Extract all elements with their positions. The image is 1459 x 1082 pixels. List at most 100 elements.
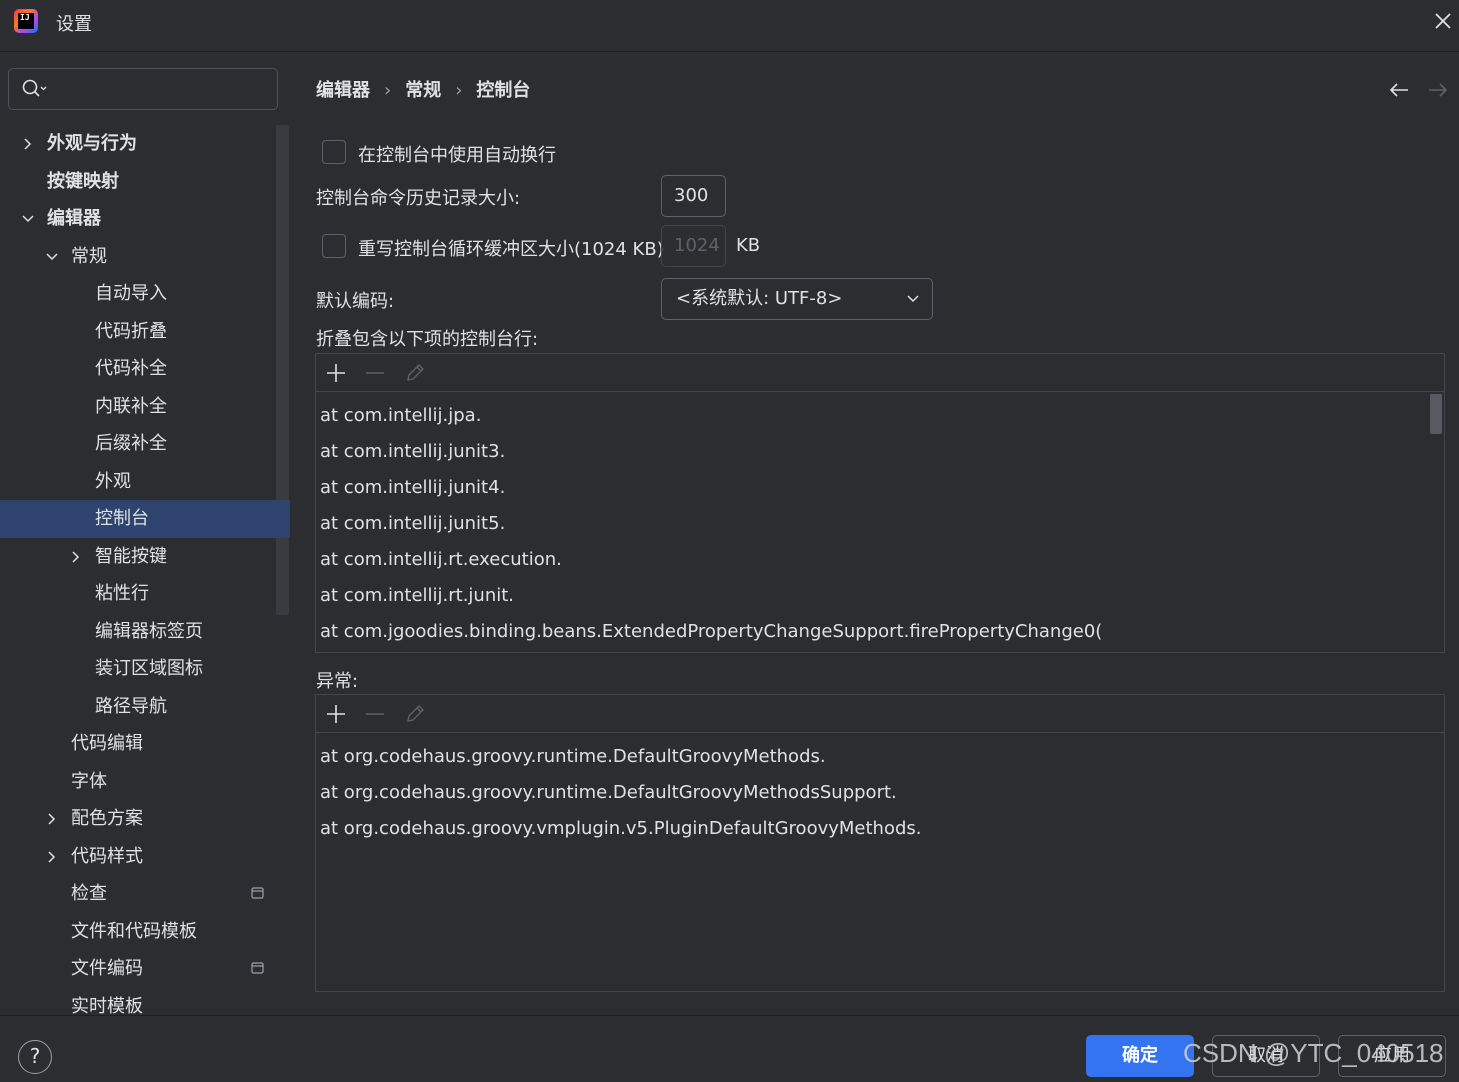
search-box[interactable]: [8, 68, 278, 110]
sidebar-item-label: 内联补全: [95, 395, 167, 417]
settings-sidebar: 外观与行为按键映射编辑器常规自动导入代码折叠代码补全内联补全后缀补全外观控制台智…: [0, 53, 290, 1015]
ok-button[interactable]: 确定: [1086, 1035, 1194, 1077]
sidebar-item[interactable]: 代码编辑: [0, 725, 290, 763]
chevron-right-icon[interactable]: [45, 850, 59, 864]
sidebar-item-label: 后缀补全: [95, 433, 167, 454]
sidebar-item[interactable]: 路径导航: [0, 688, 290, 726]
exception-line-item[interactable]: at org.codehaus.groovy.runtime.DefaultGr…: [316, 739, 1444, 775]
sidebar-item-label: 配色方案: [71, 808, 143, 829]
watermark: CSDN @YTC_040518: [1183, 1038, 1444, 1068]
sidebar-item[interactable]: 外观: [0, 463, 290, 501]
sidebar-item-label: 按键映射: [47, 170, 119, 192]
fold-line-item[interactable]: at com.intellij.junit4.: [316, 470, 1444, 506]
sidebar-item[interactable]: 代码折叠: [0, 313, 290, 351]
sidebar-item[interactable]: 后缀补全: [0, 425, 290, 463]
fold-lines-list: at com.intellij.jpa. at com.intellij.juni…: [316, 392, 1444, 650]
fold-lines-label: 折叠包含以下项的控制台行:: [316, 329, 539, 350]
edit-icon: [407, 364, 424, 381]
sidebar-item[interactable]: 按键映射: [0, 163, 290, 201]
remove-icon: [366, 713, 384, 715]
sidebar-item-label: 外观与行为: [47, 133, 137, 154]
sidebar-item[interactable]: 控制台: [0, 500, 290, 538]
sidebar-item[interactable]: 编辑器标签页: [0, 613, 290, 651]
search-icon[interactable]: [21, 78, 47, 100]
sidebar-item[interactable]: 粘性行: [0, 575, 290, 613]
chevron-down-icon[interactable]: [21, 212, 35, 226]
history-size-input[interactable]: 300: [661, 175, 726, 217]
exceptions-toolbar: [316, 695, 1444, 733]
default-encoding-label: 默认编码:: [316, 291, 395, 312]
fold-lines-panel: at com.intellij.jpa. at com.intellij.juni…: [315, 353, 1445, 653]
soft-wrap-checkbox[interactable]: [322, 140, 346, 164]
chevron-right-icon[interactable]: [69, 550, 83, 564]
sidebar-item-label: 控制台: [95, 508, 149, 529]
chevron-right-icon[interactable]: [21, 137, 35, 151]
history-size-label: 控制台命令历史记录大小:: [316, 188, 521, 209]
sidebar-item[interactable]: 智能按键: [0, 538, 290, 576]
intellij-logo-icon: IJ: [14, 9, 38, 33]
sidebar-item-label: 代码编辑: [71, 733, 143, 754]
sidebar-item[interactable]: 编辑器: [0, 200, 290, 238]
sidebar-item[interactable]: 字体: [0, 763, 290, 801]
sidebar-item-label: 常规: [71, 245, 107, 267]
override-buffer-label: 重写控制台循环缓冲区大小(1024 KB): [358, 239, 664, 260]
sidebar-item[interactable]: 装订区域图标: [0, 650, 290, 688]
chevron-down-icon[interactable]: [45, 250, 59, 264]
override-buffer-checkbox[interactable]: [322, 234, 346, 258]
chevron-right-icon[interactable]: [45, 812, 59, 826]
sidebar-item[interactable]: 配色方案: [0, 800, 290, 838]
sidebar-item[interactable]: 文件编码: [0, 950, 290, 988]
breadcrumb-item-editor[interactable]: 编辑器: [316, 76, 370, 102]
remove-icon: [366, 372, 384, 374]
sidebar-item[interactable]: 常规: [0, 238, 290, 276]
forward-arrow-icon[interactable]: [1427, 80, 1449, 100]
fold-lines-toolbar: [316, 354, 1444, 392]
fold-line-item[interactable]: at com.intellij.rt.execution.: [316, 542, 1444, 578]
sidebar-item-label: 文件编码: [71, 958, 143, 979]
window-title: 设置: [56, 14, 92, 35]
sidebar-item-label: 外观: [95, 470, 131, 492]
sidebar-item[interactable]: 检查: [0, 875, 290, 913]
title-bar: IJ 设置: [0, 0, 1459, 52]
chevron-down-icon: [907, 295, 919, 303]
search-input[interactable]: [53, 75, 268, 103]
sidebar-item-label: 编辑器标签页: [95, 620, 203, 642]
project-icon: [251, 887, 264, 899]
sidebar-item-label: 文件和代码模板: [71, 920, 197, 942]
sidebar-item-label: 代码折叠: [95, 320, 167, 342]
fold-line-item[interactable]: at com.intellij.junit3.: [316, 434, 1444, 470]
sidebar-item-label: 路径导航: [95, 695, 167, 717]
sidebar-item[interactable]: 代码样式: [0, 838, 290, 876]
sidebar-item[interactable]: 外观与行为: [0, 125, 290, 163]
sidebar-item[interactable]: 内联补全: [0, 388, 290, 426]
fold-line-item[interactable]: at com.intellij.junit5.: [316, 506, 1444, 542]
sidebar-item[interactable]: 实时模板: [0, 988, 290, 1016]
breadcrumb-item-console: 控制台: [476, 80, 531, 101]
sidebar-item[interactable]: 文件和代码模板: [0, 913, 290, 951]
add-icon[interactable]: [325, 703, 347, 725]
exceptions-list: at org.codehaus.groovy.runtime.DefaultGr…: [316, 733, 1444, 847]
add-icon[interactable]: [325, 362, 347, 384]
back-arrow-icon[interactable]: [1388, 80, 1410, 100]
sidebar-item-label: 检查: [71, 883, 107, 904]
fold-line-item[interactable]: at com.intellij.jpa.: [316, 398, 1444, 434]
buffer-unit-label: KB: [736, 235, 761, 256]
fold-line-item[interactable]: at com.jgoodies.binding.beans.ExtendedPr…: [316, 614, 1444, 650]
exception-line-item[interactable]: at org.codehaus.groovy.runtime.DefaultGr…: [316, 775, 1444, 811]
help-icon[interactable]: ?: [18, 1040, 52, 1074]
edit-icon: [407, 705, 424, 722]
sidebar-item-label: 字体: [71, 770, 107, 792]
sidebar-item-label: 自动导入: [95, 283, 167, 304]
sidebar-item[interactable]: 自动导入: [0, 275, 290, 313]
breadcrumb-item-general[interactable]: 常规: [405, 76, 441, 102]
exception-line-item[interactable]: at org.codehaus.groovy.vmplugin.v5.Plugi…: [316, 811, 1444, 847]
default-encoding-select[interactable]: <系统默认: UTF-8>: [661, 278, 933, 320]
sidebar-item-label: 代码补全: [95, 358, 167, 379]
fold-line-item[interactable]: at com.intellij.rt.junit.: [316, 578, 1444, 614]
sidebar-item-label: 智能按键: [95, 545, 167, 567]
breadcrumb-separator: ›: [455, 80, 463, 101]
fold-lines-scrollbar[interactable]: [1430, 394, 1442, 434]
sidebar-item[interactable]: 代码补全: [0, 350, 290, 388]
close-icon[interactable]: [1431, 9, 1455, 33]
encoding-value: <系统默认: UTF-8>: [676, 288, 843, 309]
